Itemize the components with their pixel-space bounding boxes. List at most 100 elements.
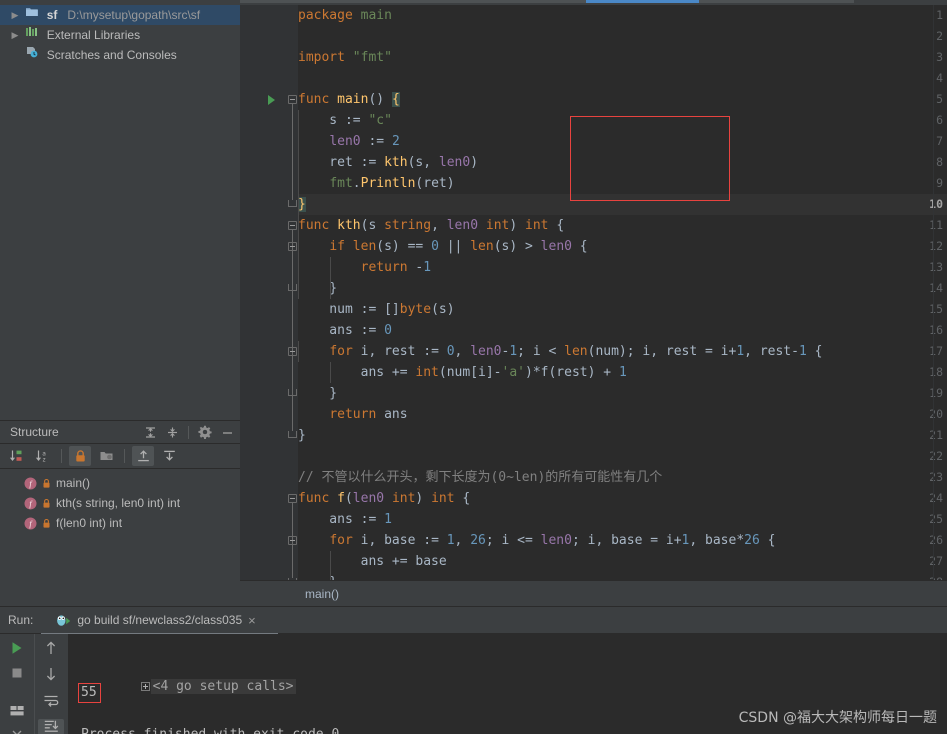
minimize-icon[interactable] <box>221 426 234 439</box>
code-line[interactable]: } <box>298 425 306 446</box>
code-line[interactable]: num := []byte(s) <box>298 299 455 320</box>
code-line[interactable]: if len(s) == 0 || len(s) > len0 { <box>298 236 587 257</box>
code-token: ret := <box>298 155 385 170</box>
lock-icon <box>42 498 51 509</box>
fold-toggle-icon[interactable] <box>288 221 297 230</box>
run-gutter-icon[interactable] <box>268 95 275 105</box>
stop-icon[interactable] <box>4 666 30 680</box>
editor-right-divider <box>933 5 934 580</box>
code-line[interactable]: for i, rest := 0, len0-1; i < len(num); … <box>298 341 822 362</box>
code-line[interactable]: return -1 <box>298 257 431 278</box>
code-line[interactable]: ans += base <box>298 551 447 572</box>
expand-all-icon[interactable] <box>144 426 157 439</box>
fold-end-marker[interactable] <box>288 284 297 291</box>
show-non-public-icon[interactable] <box>69 446 91 466</box>
group-by-file-icon[interactable] <box>95 446 117 466</box>
code-line[interactable]: } <box>298 383 337 404</box>
structure-item-f[interactable]: f f(len0 int) int <box>0 513 240 533</box>
code-token: 1 <box>446 533 455 548</box>
code-token: 0 <box>446 344 455 359</box>
sort-alphabetically-icon[interactable]: a z <box>32 446 54 466</box>
gear-icon[interactable] <box>198 425 212 439</box>
console-setup-line[interactable]: <4 go setup calls> <box>78 664 296 709</box>
breadcrumb-main[interactable]: main() <box>305 587 339 601</box>
lock-icon <box>42 478 51 489</box>
code-token: 'a' <box>501 365 525 380</box>
close-icon[interactable]: × <box>248 613 256 628</box>
fold-end-marker[interactable] <box>288 389 297 396</box>
breadcrumb[interactable]: main() <box>240 580 947 606</box>
code-line[interactable]: import "fmt" <box>298 47 392 68</box>
editor-gutter[interactable] <box>240 5 286 580</box>
code-token: "c" <box>368 113 392 128</box>
code-line[interactable]: func main() { <box>298 89 400 110</box>
code-line[interactable]: fmt.Println(ret) <box>298 173 454 194</box>
code-editor[interactable]: 1 2 3 4 5 6 7 8 9 10 11 12 13 14 15 16 17 18 19 20 21 22 23 24 2… <box>240 5 947 580</box>
fold-toggle-icon[interactable] <box>288 95 297 104</box>
code-line[interactable]: func kth(s string, len0 int) int { <box>298 215 564 236</box>
code-token: () <box>368 92 392 107</box>
chevron-right-icon[interactable]: ▶ <box>8 5 22 25</box>
code-token: (s) <box>431 302 455 317</box>
lock-icon <box>42 518 51 529</box>
fold-end-marker[interactable] <box>288 431 297 438</box>
code-token: len0 <box>540 239 572 254</box>
project-tree-panel: ▶ sf D:\mysetup\gopath\src\sf ▶ External… <box>0 5 241 420</box>
code-line[interactable]: ans := 1 <box>298 509 392 530</box>
code-token: ) <box>415 491 432 506</box>
chevron-right-icon[interactable]: ▶ <box>8 25 22 45</box>
sort-by-visibility-icon[interactable] <box>6 446 28 466</box>
code-token: 1 <box>736 344 745 359</box>
code-line[interactable]: } <box>298 278 337 299</box>
tree-item-scratches-and-consoles[interactable]: Scratches and Consoles <box>0 45 240 65</box>
code-line[interactable]: s := "c" <box>298 110 392 131</box>
tree-item-sf-name: sf <box>46 8 58 22</box>
code-line[interactable]: } <box>298 572 337 580</box>
fold-toggle-icon[interactable] <box>288 494 297 503</box>
code-line[interactable]: len0 := 2 <box>298 131 399 152</box>
fold-toggle-icon[interactable] <box>288 536 297 545</box>
code-token: int <box>431 491 455 506</box>
scroll-to-source-icon[interactable] <box>158 446 180 466</box>
soft-wrap-icon[interactable] <box>38 693 64 709</box>
rerun-icon[interactable] <box>4 640 30 656</box>
code-line[interactable]: } <box>298 194 306 215</box>
code-token: len0 <box>438 155 471 170</box>
code-token: } <box>298 386 338 401</box>
toolbar-divider <box>61 449 62 463</box>
run-tab-go-build[interactable]: go build sf/newclass2/class035 × <box>51 607 259 633</box>
code-line[interactable]: for i, base := 1, 26; i <= len0; i, base… <box>298 530 775 551</box>
layout-icon[interactable] <box>4 704 30 718</box>
fold-end-marker[interactable] <box>288 200 297 207</box>
code-line[interactable]: func f(len0 int) int { <box>298 488 470 509</box>
structure-item-main[interactable]: f main() <box>0 473 240 493</box>
scroll-to-end-icon[interactable] <box>38 718 65 734</box>
code-line[interactable]: // 不管以什么开头，剩下长度为(0~len)的所有可能性有几个 <box>298 467 662 488</box>
fold-toggle-icon[interactable] <box>288 347 297 356</box>
structure-item-kth[interactable]: f kth(s string, len0 int) int <box>0 493 240 513</box>
down-arrow-icon[interactable] <box>38 666 64 682</box>
code-line[interactable]: package main <box>298 5 392 26</box>
code-line[interactable]: ret := kth(s, len0) <box>298 152 478 173</box>
code-line[interactable]: ans += int(num[i]-'a')*f(rest) + 1 <box>298 362 627 383</box>
code-token: for <box>329 344 353 359</box>
collapse-all-icon[interactable] <box>166 426 179 439</box>
tree-item-sf[interactable]: ▶ sf D:\mysetup\gopath\src\sf <box>0 5 240 25</box>
code-text-area[interactable]: package main import "fmt" func main() { s … <box>298 5 947 580</box>
console-exit-line: Process finished with exit code 0 <box>81 727 339 734</box>
watermark: CSDN @福大大架构师每日一题 <box>738 710 937 726</box>
scratches-icon <box>25 46 43 58</box>
fold-toggle-icon[interactable] <box>288 242 297 251</box>
up-arrow-icon[interactable] <box>38 640 64 656</box>
scroll-from-source-icon[interactable] <box>132 446 154 466</box>
structure-list: f main() f kth(s string, len0 int) int f… <box>0 469 240 533</box>
code-line[interactable]: ans := 0 <box>298 320 392 341</box>
tree-item-external-libraries[interactable]: ▶ External Libraries <box>0 25 240 45</box>
more-icon[interactable] <box>4 728 30 734</box>
expand-icon[interactable] <box>140 682 150 691</box>
code-line[interactable]: return ans <box>298 404 407 425</box>
tab-strip-segment-right <box>699 0 854 3</box>
code-token: - <box>407 260 424 275</box>
